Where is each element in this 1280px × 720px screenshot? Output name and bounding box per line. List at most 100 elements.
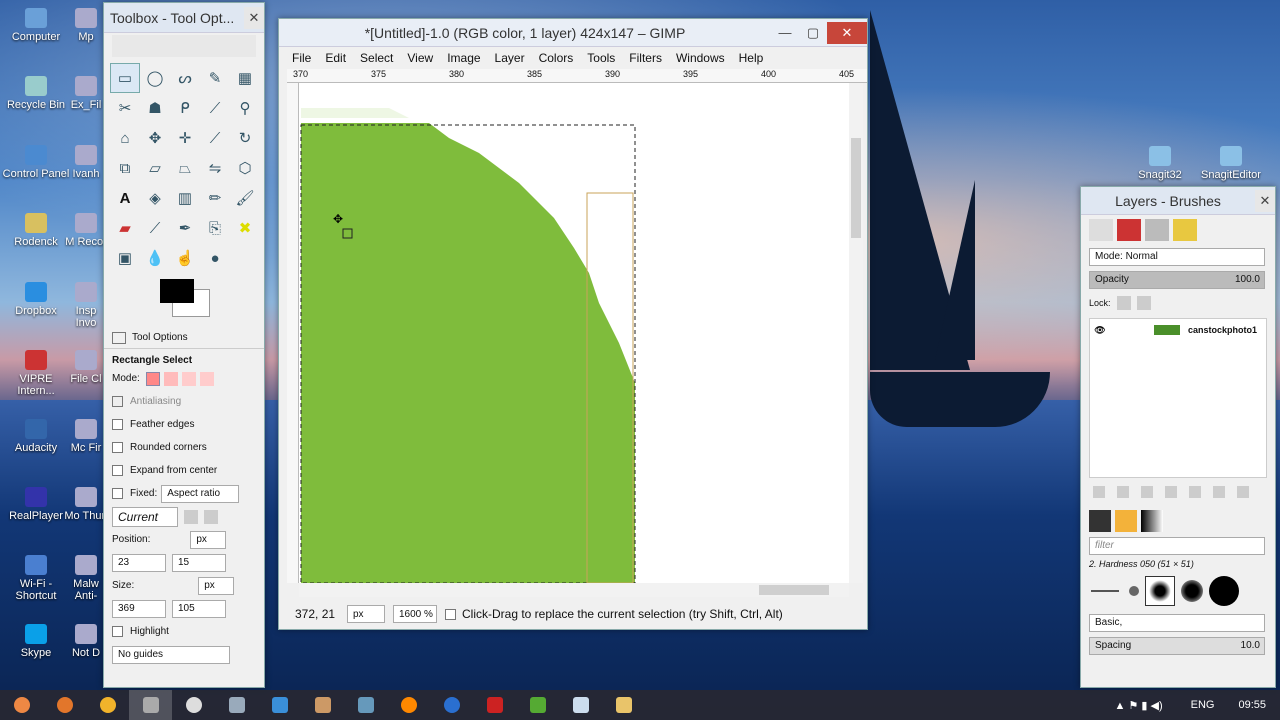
menu-tools[interactable]: Tools [580, 51, 622, 65]
mode-intersect-icon[interactable] [199, 371, 214, 386]
desktop-icon[interactable]: Ex_Fil [64, 76, 108, 111]
size-h-input[interactable]: 105 [172, 599, 226, 618]
fuzzy-select-icon[interactable]: ✎ [200, 63, 230, 93]
menu-select[interactable]: Select [353, 51, 400, 65]
app-taskbar-2[interactable] [172, 690, 215, 720]
size-w-input[interactable]: 369 [112, 599, 166, 618]
unit-select[interactable]: px [347, 605, 385, 623]
layer-row[interactable]: 👁 canstockphoto1 [1090, 319, 1266, 341]
menu-view[interactable]: View [400, 51, 440, 65]
paths-icon[interactable]: ᑭ [170, 93, 200, 123]
spacing-slider[interactable]: Spacing 10.0 [1089, 636, 1265, 655]
scissors-icon[interactable]: ✂ [110, 93, 140, 123]
tool-options-tab[interactable]: Tool Options [104, 327, 264, 349]
dodge-icon[interactable]: ● [200, 243, 230, 273]
horizontal-scrollbar[interactable] [299, 583, 849, 597]
swap-icon[interactable] [204, 509, 218, 524]
gradients-tab-icon[interactable] [1141, 510, 1163, 532]
close-icon[interactable]: ✕ [827, 21, 867, 44]
gimp-titlebar[interactable]: *[Untitled]-1.0 (RGB color, 1 layer) 424… [279, 19, 867, 47]
zoom-select[interactable]: 1600 % [393, 605, 437, 623]
highlight-checkbox[interactable] [112, 626, 123, 637]
fixed-select[interactable]: Aspect ratio [161, 484, 240, 503]
app-taskbar-1[interactable] [86, 690, 129, 720]
measure-icon[interactable]: ⌂ [110, 123, 140, 153]
expand-row[interactable]: Expand from center [104, 459, 264, 482]
highlight-row[interactable]: Highlight [104, 620, 264, 643]
eraser-icon[interactable]: ▰ [110, 213, 140, 243]
undo-tab-icon[interactable] [1173, 219, 1197, 241]
feather-row[interactable]: Feather edges [104, 413, 264, 436]
brush-hard-large[interactable] [1209, 576, 1239, 606]
app-taskbar-8[interactable] [516, 690, 559, 720]
app-taskbar-9[interactable] [559, 690, 602, 720]
brush-soft-large[interactable] [1181, 580, 1203, 602]
app-taskbar-7[interactable] [430, 690, 473, 720]
opacity-slider[interactable]: Opacity 100.0 [1089, 270, 1265, 289]
layers-titlebar[interactable]: Layers - Brushes ✕ [1081, 187, 1275, 215]
color-select-icon[interactable]: ▦ [230, 63, 260, 93]
desktop-icon[interactable]: Recycle Bin [0, 76, 72, 111]
desktop-icon[interactable]: Mo Thun [64, 487, 108, 522]
zoom-icon[interactable]: ⚲ [230, 93, 260, 123]
text-icon[interactable]: A [110, 183, 140, 213]
desktop-icon-snagit32[interactable]: Snagit32 [1124, 146, 1196, 181]
menu-windows[interactable]: Windows [669, 51, 732, 65]
app-taskbar-3[interactable] [215, 690, 258, 720]
app-taskbar-5[interactable] [344, 690, 387, 720]
ink-icon[interactable]: ✒ [170, 213, 200, 243]
horizontal-scroll-thumb[interactable] [759, 585, 829, 595]
desktop-icon-snagit-editor[interactable]: SnagitEditor [1195, 146, 1267, 181]
clone-icon[interactable]: ⎘ [200, 213, 230, 243]
language-indicator[interactable]: ENG [1191, 699, 1215, 711]
delete-layer-icon[interactable] [1237, 486, 1249, 498]
maximize-icon[interactable]: ▢ [799, 22, 827, 44]
brush-filter-input[interactable]: filter [1089, 536, 1265, 555]
desktop-icon[interactable]: Wi-Fi - Shortcut [0, 555, 72, 602]
smudge-icon[interactable]: ☝ [170, 243, 200, 273]
filezilla-taskbar[interactable] [473, 690, 516, 720]
desktop-icon[interactable]: Ivanh [64, 145, 108, 180]
menu-layer[interactable]: Layer [488, 51, 532, 65]
desktop-icon[interactable]: Not D [64, 624, 108, 659]
minimize-icon[interactable]: — [771, 22, 799, 44]
duplicate-layer-icon[interactable] [1189, 486, 1201, 498]
preset-select[interactable]: Basic, [1089, 613, 1265, 632]
menu-colors[interactable]: Colors [532, 51, 581, 65]
mode-replace-icon[interactable] [145, 371, 160, 386]
visibility-eye-icon[interactable]: 👁 [1090, 325, 1110, 336]
brush-line[interactable] [1091, 590, 1119, 592]
desktop-icon[interactable]: VIPRE Intern... [0, 350, 72, 397]
clock[interactable]: 09:55 [1238, 699, 1266, 711]
menu-edit[interactable]: Edit [318, 51, 353, 65]
menu-image[interactable]: Image [440, 51, 487, 65]
tray-icons[interactable]: ▲ ⚑ ▮ ◀) [1115, 699, 1163, 712]
patterns-tab-icon[interactable] [1115, 510, 1137, 532]
crop-icon[interactable]: ⟋ [200, 123, 230, 153]
channels-tab-icon[interactable] [1117, 219, 1141, 241]
desktop-icon[interactable]: Control Panel [0, 145, 72, 180]
scale-icon[interactable]: ⧉ [110, 153, 140, 183]
rounded-row[interactable]: Rounded corners [104, 436, 264, 459]
brush-selected[interactable] [1145, 576, 1175, 606]
vertical-scroll-thumb[interactable] [851, 138, 861, 238]
ellipse-select-icon[interactable]: ◯ [140, 63, 170, 93]
perspective-clone-icon[interactable]: ▣ [110, 243, 140, 273]
new-group-icon[interactable] [1117, 486, 1129, 498]
feather-checkbox[interactable] [112, 419, 123, 430]
desktop-icon[interactable]: File Cl [64, 350, 108, 385]
antialiasing-row[interactable]: Antialiasing [104, 390, 264, 413]
lock-alpha-icon[interactable] [1136, 295, 1151, 310]
perspective-icon[interactable]: ⏢ [170, 153, 200, 183]
app-taskbar-6[interactable] [387, 690, 430, 720]
new-layer-icon[interactable] [1093, 486, 1105, 498]
explorer-taskbar[interactable] [602, 690, 645, 720]
bucket-fill-icon[interactable]: ◈ [140, 183, 170, 213]
vertical-scrollbar[interactable] [849, 83, 863, 583]
color-picker-icon[interactable]: ⟋ [200, 93, 230, 123]
desktop-icon[interactable]: M Recor [64, 213, 108, 248]
twitter-taskbar[interactable] [258, 690, 301, 720]
flip-icon[interactable]: ⇋ [200, 153, 230, 183]
lower-layer-icon[interactable] [1165, 486, 1177, 498]
move-icon[interactable]: ✥ [140, 123, 170, 153]
